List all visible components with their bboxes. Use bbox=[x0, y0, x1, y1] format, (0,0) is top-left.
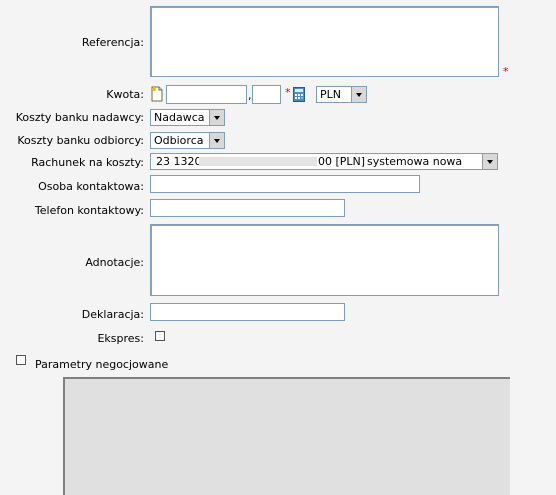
referencja-required-mark: * bbox=[503, 65, 509, 78]
kwota-required-mark: * bbox=[285, 86, 291, 99]
osoba-kontaktowa-input[interactable] bbox=[150, 175, 420, 193]
koszty-nadawcy-select[interactable]: Nadawca bbox=[150, 109, 225, 126]
calculator-icon[interactable] bbox=[293, 87, 305, 102]
telefon-kontaktowy-input[interactable] bbox=[150, 199, 345, 217]
currency-select[interactable]: PLN bbox=[316, 86, 367, 103]
referencja-field[interactable] bbox=[150, 6, 499, 77]
chevron-down-icon[interactable] bbox=[482, 154, 497, 169]
parametry-label: Parametry negocjowane bbox=[35, 358, 169, 371]
ekspres-checkbox[interactable] bbox=[155, 331, 165, 341]
koszty-odbiorcy-select[interactable]: Odbiorca bbox=[150, 132, 225, 149]
koszty-nadawcy-label: Koszty banku nadawcy: bbox=[15, 111, 144, 124]
kwota-label: Kwota: bbox=[106, 88, 144, 101]
rachunek-select[interactable]: 23 1320 00 [PLN] systemowa nowa bbox=[150, 153, 498, 170]
kwota-integer-input[interactable] bbox=[166, 85, 247, 104]
referencja-label: Referencja: bbox=[81, 36, 144, 49]
parametry-panel bbox=[63, 377, 510, 495]
koszty-odbiorcy-label: Koszty banku odbiorcy: bbox=[17, 134, 144, 147]
chevron-down-icon[interactable] bbox=[209, 133, 224, 148]
telefon-label: Telefon kontaktowy: bbox=[34, 204, 144, 217]
rachunek-label: Rachunek na koszty: bbox=[31, 156, 144, 169]
deklaracja-label: Deklaracja: bbox=[81, 308, 144, 321]
chevron-down-icon[interactable] bbox=[209, 110, 224, 125]
kwota-decimal-separator: , bbox=[248, 89, 252, 102]
koszty-nadawcy-value: Nadawca bbox=[154, 111, 205, 124]
rachunek-prefix: 23 1320 bbox=[156, 155, 202, 168]
rachunek-masked-digits bbox=[199, 157, 317, 166]
rachunek-suffix: 00 [PLN] bbox=[318, 155, 366, 168]
koszty-odbiorcy-value: Odbiorca bbox=[154, 134, 204, 147]
osoba-label: Osoba kontaktowa: bbox=[38, 180, 144, 193]
ekspres-label: Ekspres: bbox=[97, 332, 144, 345]
kwota-decimal-input[interactable] bbox=[252, 85, 281, 104]
parametry-checkbox[interactable] bbox=[16, 355, 26, 365]
rachunek-name: systemowa nowa bbox=[367, 155, 463, 168]
adnotacje-label: Adnotacje: bbox=[85, 256, 144, 269]
currency-select-value: PLN bbox=[320, 88, 341, 101]
new-document-icon[interactable] bbox=[150, 86, 164, 102]
chevron-down-icon[interactable] bbox=[351, 87, 366, 102]
adnotacje-field[interactable] bbox=[150, 224, 499, 296]
deklaracja-input[interactable] bbox=[150, 303, 345, 321]
